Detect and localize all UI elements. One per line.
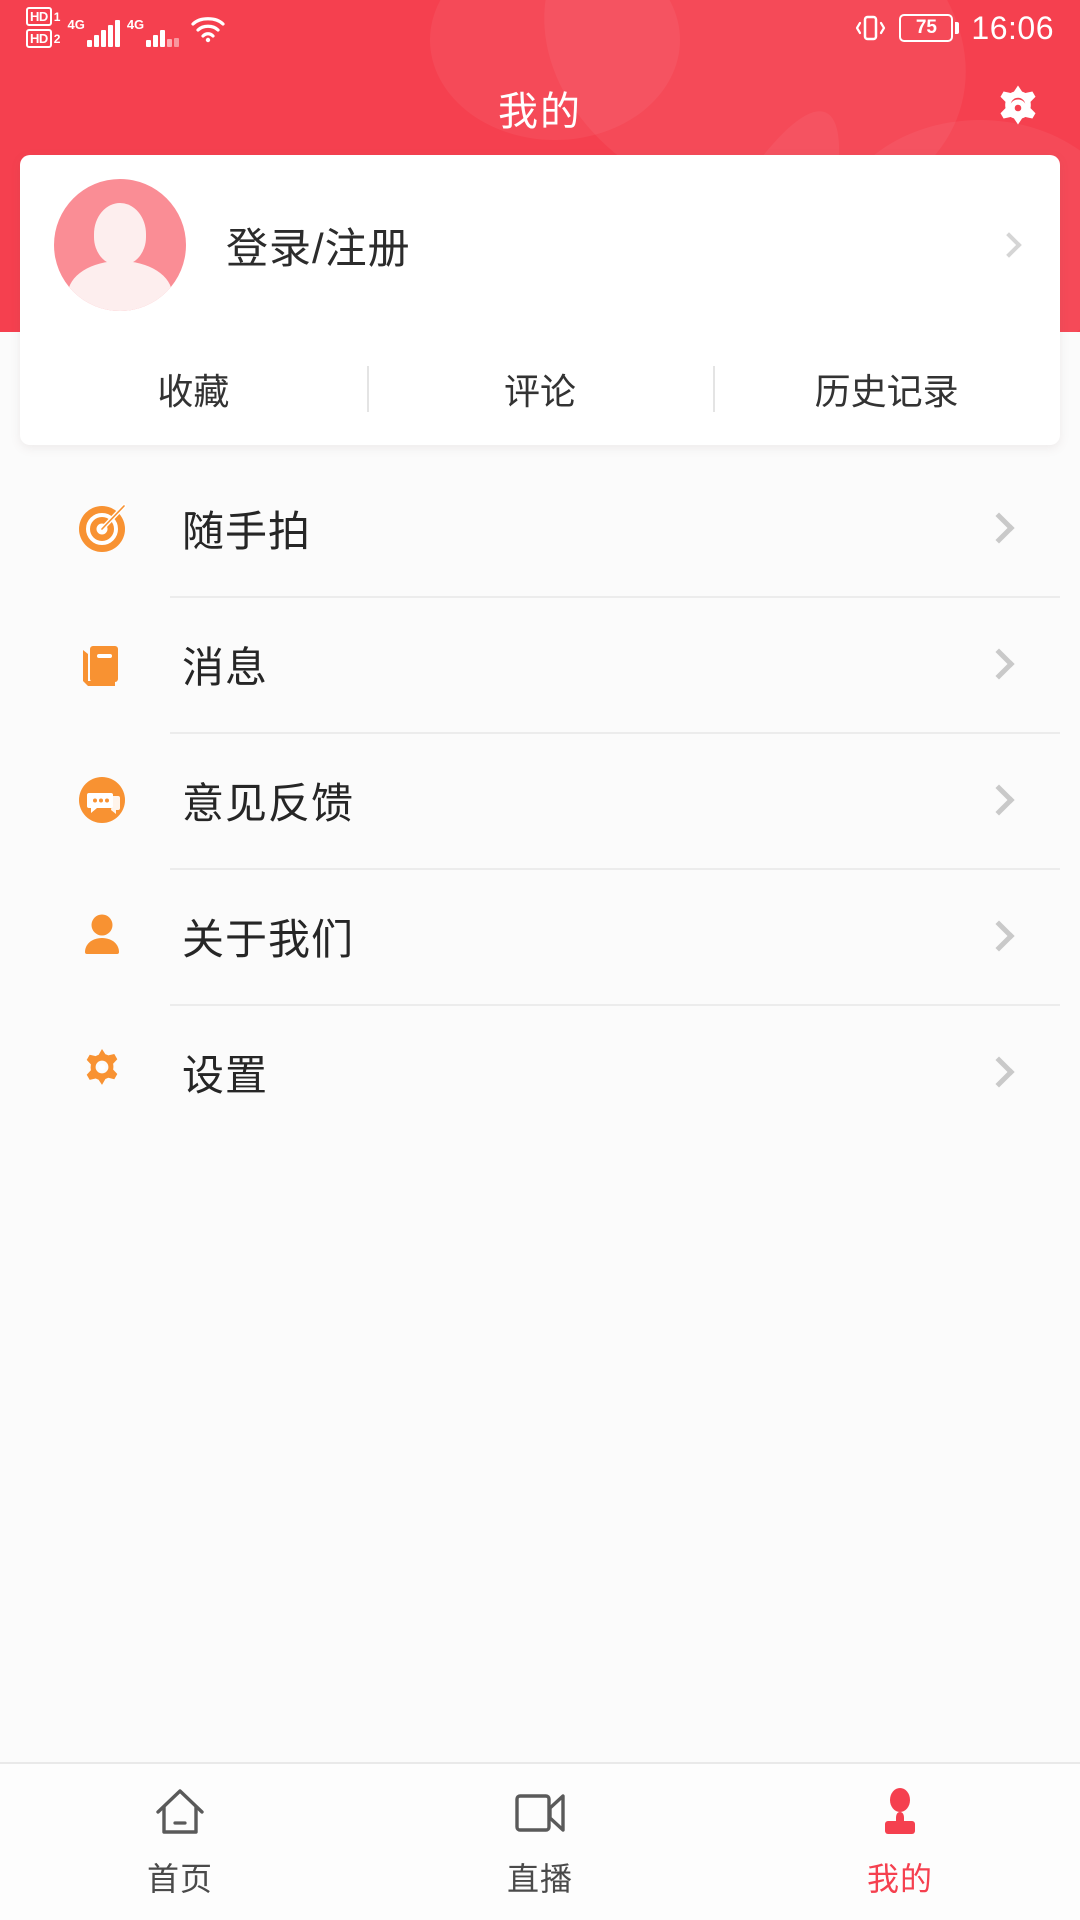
menu-item-about-label: 关于我们 bbox=[182, 915, 355, 963]
signal-bars-2 bbox=[146, 21, 180, 47]
home-icon bbox=[151, 1784, 209, 1842]
status-bar: HD 1 HD 2 4G 4G 75 16:06 bbox=[0, 0, 1080, 56]
status-bar-clock: 16:06 bbox=[971, 9, 1054, 46]
menu-item-snapshot[interactable]: 随手拍 bbox=[0, 460, 1080, 596]
network-type-1: 4G bbox=[67, 17, 85, 32]
network-type-2: 4G bbox=[126, 17, 145, 32]
nav-home[interactable]: 首页 bbox=[0, 1784, 360, 1900]
tab-favorites-label: 收藏 bbox=[157, 371, 230, 412]
video-camera-icon bbox=[509, 1784, 571, 1842]
target-camera-icon bbox=[72, 497, 134, 559]
nav-live-label: 直播 bbox=[506, 1861, 573, 1897]
chevron-right-icon bbox=[983, 784, 1015, 816]
wifi-icon bbox=[190, 15, 226, 50]
tab-history-label: 历史记录 bbox=[814, 371, 959, 412]
signal-bars-1 bbox=[86, 20, 120, 47]
screen-root: HD 1 HD 2 4G 4G 75 16:06 我的 登录/注册 收藏 评论 … bbox=[0, 0, 1080, 1920]
profile-card: 登录/注册 收藏 评论 历史记录 bbox=[20, 155, 1060, 445]
status-bar-right: 75 16:06 bbox=[853, 10, 1054, 47]
login-register-label: 登录/注册 bbox=[226, 224, 411, 272]
menu-item-messages[interactable]: 消息 bbox=[0, 596, 1080, 732]
signal-group-2: 4G bbox=[126, 17, 180, 50]
tab-comments[interactable]: 评论 bbox=[367, 335, 714, 443]
chevron-right-icon bbox=[983, 648, 1015, 680]
nav-mine-label: 我的 bbox=[866, 1861, 933, 1897]
avatar-body bbox=[68, 261, 172, 311]
menu-item-settings[interactable]: 设置 bbox=[0, 1004, 1080, 1140]
hd2-label: HD bbox=[26, 29, 52, 48]
menu-item-feedback-label: 意见反馈 bbox=[182, 779, 355, 827]
tab-comments-label: 评论 bbox=[504, 371, 577, 412]
hd-indicators: HD 1 HD 2 bbox=[26, 7, 60, 50]
chevron-right-icon bbox=[983, 1056, 1015, 1088]
avatar-head bbox=[94, 203, 146, 265]
status-bar-left: HD 1 HD 2 4G 4G bbox=[26, 6, 226, 50]
menu-item-settings-label: 设置 bbox=[182, 1051, 269, 1099]
chat-bubble-icon bbox=[72, 769, 134, 831]
hd1-icon: HD 1 bbox=[26, 7, 60, 26]
settings-gear-icon[interactable] bbox=[990, 80, 1046, 136]
menu-item-about[interactable]: 关于我们 bbox=[0, 868, 1080, 1004]
chevron-right-icon bbox=[983, 920, 1015, 952]
page-title: 我的 bbox=[498, 90, 582, 134]
hd2-icon: HD 2 bbox=[26, 29, 60, 48]
menu-item-feedback[interactable]: 意见反馈 bbox=[0, 732, 1080, 868]
avatar[interactable] bbox=[54, 179, 186, 311]
vibrate-icon bbox=[853, 11, 887, 45]
hd1-label: HD bbox=[26, 7, 52, 26]
menu-list: 随手拍 消息 意见反馈 关于我们 设置 bbox=[0, 460, 1080, 1140]
chevron-right-icon bbox=[996, 232, 1022, 258]
menu-item-snapshot-label: 随手拍 bbox=[182, 507, 312, 555]
signal-group-1: 4G bbox=[67, 17, 120, 50]
nav-live[interactable]: 直播 bbox=[360, 1784, 720, 1900]
battery-icon: 75 bbox=[899, 14, 960, 42]
title-bar: 我的 bbox=[0, 56, 1080, 160]
chevron-right-icon bbox=[983, 512, 1015, 544]
hd1-number: 1 bbox=[53, 9, 61, 24]
book-message-icon bbox=[72, 633, 134, 695]
tab-favorites[interactable]: 收藏 bbox=[20, 335, 367, 443]
profile-tabs: 收藏 评论 历史记录 bbox=[20, 335, 1060, 443]
nav-home-label: 首页 bbox=[146, 1861, 213, 1897]
login-row[interactable]: 登录/注册 bbox=[20, 155, 1060, 335]
nav-mine[interactable]: 我的 bbox=[720, 1784, 1080, 1900]
person-icon bbox=[72, 905, 134, 967]
tab-history[interactable]: 历史记录 bbox=[713, 335, 1060, 443]
gear-icon bbox=[72, 1041, 134, 1103]
battery-level: 75 bbox=[899, 14, 954, 42]
bottom-navigation: 首页 直播 我的 bbox=[0, 1762, 1080, 1920]
menu-item-messages-label: 消息 bbox=[182, 643, 269, 691]
person-icon bbox=[872, 1784, 928, 1842]
battery-cap bbox=[955, 22, 960, 34]
hd2-number: 2 bbox=[53, 31, 61, 46]
